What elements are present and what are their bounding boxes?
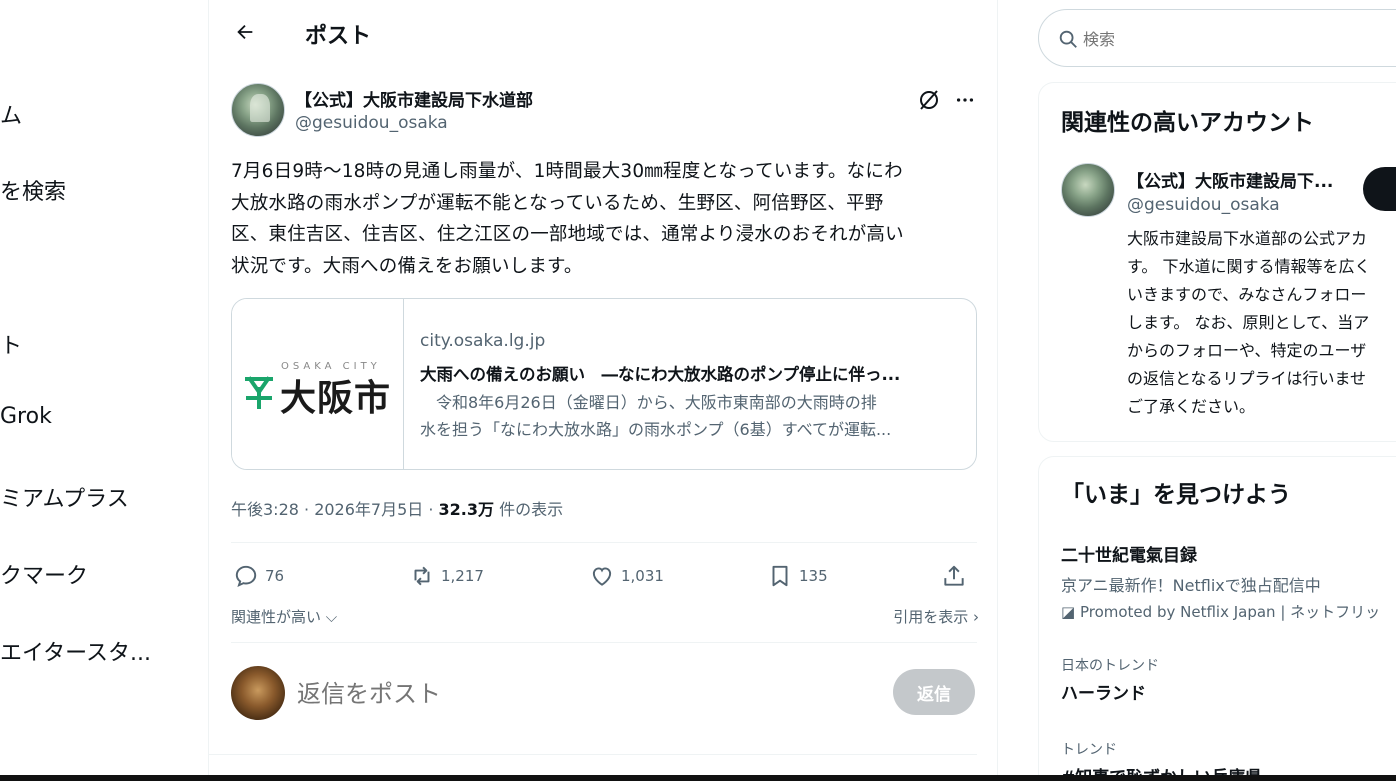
- nav-item-label: ミアムプラス: [0, 487, 129, 512]
- trend-category: トレンド: [1061, 742, 1117, 758]
- search-input[interactable]: [1083, 25, 1383, 53]
- link-card[interactable]: OSAKA CITY 大阪市 city.osaka.lg.jp 大雨への備えのお…: [231, 298, 977, 470]
- repost-icon: [414, 566, 430, 586]
- search-icon: [1059, 30, 1077, 48]
- nav-item-bookmarks[interactable]: クマーク: [0, 558, 88, 590]
- trend-name: 二十世紀電氣目録: [1061, 546, 1197, 566]
- trend-item[interactable]: 日本のトレンド ハーランド: [1061, 655, 1159, 704]
- left-nav: ム を検索 ト Grok ミアムプラス クマーク エイタースタ...: [0, 0, 208, 781]
- card-description-line: 水を担う「なにわ大放水路」の雨水ポンプ（6基）すべてが運転...: [420, 420, 892, 439]
- bottom-edge-bar: [0, 775, 1396, 781]
- follow-button[interactable]: フ: [1363, 167, 1396, 211]
- related-accounts-title: 関連性の高いアカウント: [1061, 110, 1314, 136]
- grok-icon: [920, 90, 938, 110]
- quotes-label: 引用を表示: [893, 608, 969, 626]
- chevron-right-icon: ›: [973, 608, 979, 626]
- card-thumb-logo-text: 大阪市: [280, 377, 392, 419]
- post-actions: 76 1,217 1,031 135: [231, 558, 977, 594]
- arrow-left-icon: [237, 24, 253, 40]
- card-thumbnail: OSAKA CITY 大阪市: [232, 299, 404, 469]
- author-handle[interactable]: @gesuidou_osaka: [295, 113, 448, 133]
- avatar[interactable]: [231, 83, 285, 137]
- reply-input[interactable]: [297, 674, 857, 714]
- related-account-bio: 大阪市建設局下水道部の公式アカ す。 下水道に関する情報等を広く いきますので、…: [1127, 229, 1371, 416]
- nav-item-home[interactable]: ム: [0, 98, 22, 130]
- avatar[interactable]: [1061, 163, 1115, 217]
- trend-subtitle: 京アニ最新作！Netflixで独占配信中: [1061, 576, 1321, 595]
- view-quotes-link[interactable]: 引用を表示 ›: [893, 606, 979, 627]
- page-header: ポスト: [209, 0, 997, 64]
- post-text-line: 7月6日9時〜18時の見通し雨量が、1時間最大30㎜程度となっています。なにわ: [231, 161, 903, 182]
- trend-category: 日本のトレンド: [1061, 658, 1159, 674]
- grok-button[interactable]: [915, 86, 943, 114]
- card-title: 大雨への備えのお願い ―なにわ大放水路のポンプ停止に伴っ...: [420, 365, 901, 384]
- related-account-name[interactable]: 【公式】大阪市建設局下...: [1127, 167, 1351, 192]
- view-count: 32.3万: [438, 500, 495, 519]
- view-count-suffix: 件の表示: [494, 500, 564, 519]
- nav-item-label: Grok: [0, 404, 52, 429]
- post-meta: 午後3:28 · 2026年7月5日 · 32.3万 件の表示: [231, 496, 563, 520]
- share-icon: [944, 565, 964, 586]
- nav-item-explore[interactable]: を検索: [0, 174, 66, 206]
- like-button[interactable]: 1,031: [589, 558, 664, 594]
- post-text-line: 大放水路の雨水ポンプが運転不能となっているため、生野区、阿倍野区、平野: [231, 192, 884, 214]
- nav-item-premium[interactable]: ミアムプラス: [0, 481, 129, 513]
- nav-item-label: ト: [0, 334, 23, 359]
- more-icon: [956, 98, 974, 102]
- sort-replies-dropdown[interactable]: 関連性が高い ⌵: [231, 606, 337, 627]
- right-sidebar: 関連性の高いアカウント 【公式】大阪市建設局下... @gesuidou_osa…: [1020, 0, 1396, 781]
- nav-item-creator-studio[interactable]: エイタースタ...: [0, 635, 151, 667]
- promoted-text: Promoted by Netflix Japan | ネットフリッ: [1079, 603, 1381, 621]
- post-timestamp[interactable]: 午後3:28 · 2026年7月5日 ·: [231, 500, 439, 519]
- bookmark-count: 135: [799, 567, 828, 585]
- reply-submit-button[interactable]: 返信: [893, 669, 975, 715]
- osaka-city-logo-mark: [245, 376, 273, 409]
- trends-title: 「いま」を見つけよう: [1061, 482, 1291, 508]
- reply-icon: [235, 565, 257, 587]
- bookmark-button[interactable]: 135: [767, 558, 828, 594]
- search-box[interactable]: [1038, 9, 1396, 67]
- promoted-label: ◪ Promoted by Netflix Japan | ネットフリッ: [1061, 601, 1380, 622]
- card-description-line: 令和8年6月26日（金曜日）から、大阪市東南部の大雨時の排: [420, 393, 877, 412]
- nav-item-posts[interactable]: ト: [0, 328, 22, 360]
- repost-button[interactable]: 1,217: [409, 558, 484, 594]
- post-text-line: 区、東住吉区、住吉区、住之江区の一部地域では、通常より浸水のおそれが高い: [231, 224, 904, 245]
- related-account-handle[interactable]: @gesuidou_osaka: [1127, 195, 1280, 215]
- divider: [209, 754, 977, 755]
- related-accounts-panel: 関連性の高いアカウント 【公式】大阪市建設局下... @gesuidou_osa…: [1038, 82, 1396, 442]
- trends-panel: 「いま」を見つけよう 二十世紀電氣目録 京アニ最新作！Netflixで独占配信中…: [1038, 456, 1396, 781]
- repost-count: 1,217: [441, 567, 484, 585]
- divider: [231, 642, 977, 643]
- promoted-icon: ◪: [1061, 603, 1076, 621]
- sort-label: 関連性が高い: [231, 608, 322, 626]
- post-detail-column: ポスト 【公式】大阪市建設局下水道部 @gesuidou_osaka 7月6日9…: [208, 0, 998, 781]
- post-text: 7月6日9時〜18時の見通し雨量が、1時間最大30㎜程度となっています。なにわ …: [231, 156, 983, 282]
- post-text-line: 状況です。大雨への備えをお願いします。: [231, 255, 583, 277]
- nav-item-grok[interactable]: Grok: [0, 404, 52, 429]
- trend-item-promoted[interactable]: 二十世紀電氣目録 京アニ最新作！Netflixで独占配信中 ◪ Promoted…: [1061, 541, 1380, 622]
- avatar[interactable]: [231, 666, 285, 720]
- more-button[interactable]: [951, 86, 979, 114]
- like-count: 1,031: [621, 567, 664, 585]
- page-title: ポスト: [305, 24, 372, 49]
- card-description: 令和8年6月26日（金曜日）から、大阪市東南部の大雨時の排 水を担う「なにわ大放…: [420, 389, 965, 443]
- chevron-down-icon: ⌵: [325, 608, 338, 626]
- nav-item-label: エイタースタ...: [0, 641, 151, 666]
- nav-item-label: ム: [0, 104, 23, 129]
- reply-button[interactable]: 76: [233, 558, 284, 594]
- heart-icon: [592, 567, 612, 586]
- nav-item-label: を検索: [0, 180, 67, 205]
- reply-count: 76: [265, 567, 285, 585]
- author-name[interactable]: 【公式】大阪市建設局下水道部: [295, 86, 533, 111]
- back-button[interactable]: [229, 16, 261, 48]
- card-domain: city.osaka.lg.jp: [420, 331, 546, 351]
- divider: [231, 542, 977, 543]
- share-button[interactable]: [941, 558, 967, 594]
- bookmark-icon: [772, 565, 788, 587]
- trend-name: ハーランド: [1061, 684, 1146, 704]
- nav-item-label: クマーク: [0, 564, 89, 589]
